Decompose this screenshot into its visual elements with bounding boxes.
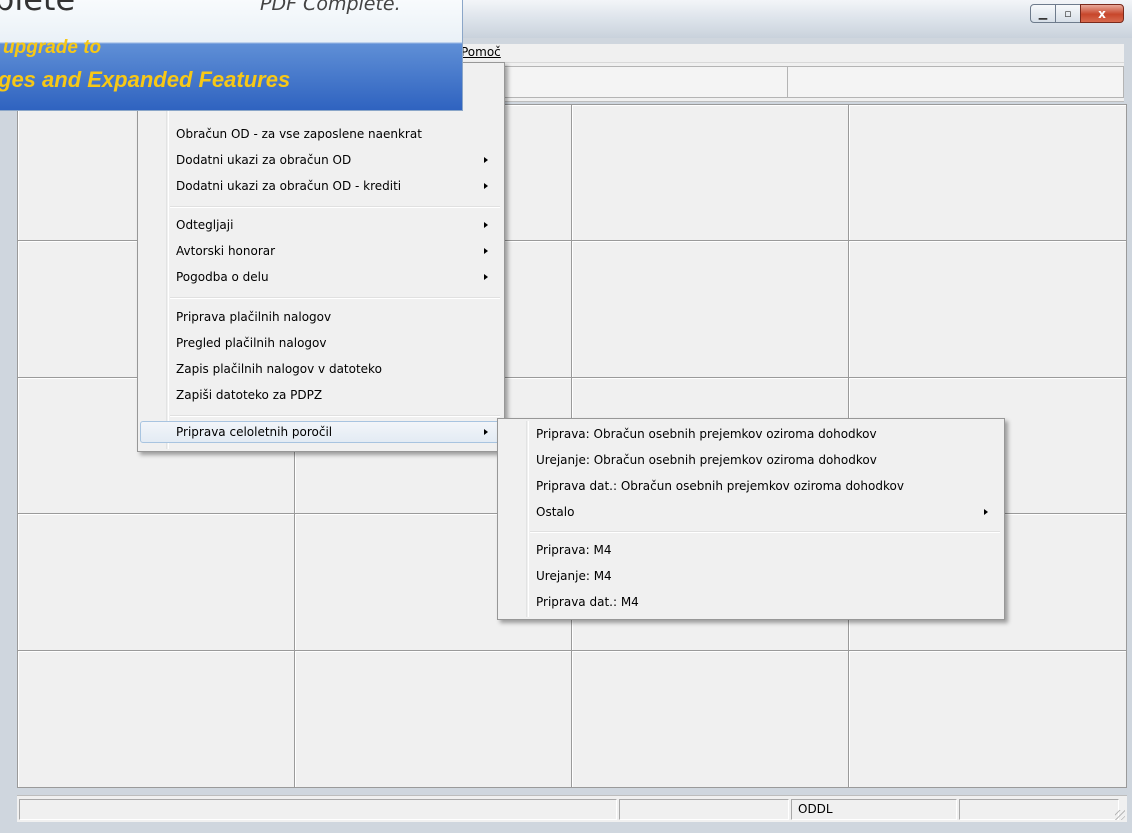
submenu-item-urejanje-obracun[interactable]: Urejanje: Obračun osebnih prejemkov ozir… [500, 449, 1002, 471]
menu-separator [530, 531, 1000, 533]
menu-item-label: Urejanje: M4 [536, 569, 612, 583]
submenu-item-ostalo[interactable]: Ostalo [500, 501, 1002, 523]
toolbar-panel-2 [787, 66, 1124, 98]
submenu-item-priprava-obracun[interactable]: Priprava: Obračun osebnih prejemkov ozir… [500, 423, 1002, 445]
menu-item-label: Priprava: Obračun osebnih prejemkov ozir… [536, 427, 877, 441]
menu-item-dodatni-ukazi-krediti[interactable]: Dodatni ukazi za obračun OD - krediti [140, 175, 502, 197]
menu-item-label: Avtorski honorar [176, 244, 276, 258]
submenu-arrow-icon [484, 222, 488, 228]
toolbar-panel-1 [498, 66, 788, 98]
submenu-arrow-icon [484, 429, 488, 435]
grid-cell[interactable] [849, 241, 1126, 378]
dropdown-menu: Obračun OD - za vse zaposlene naenkrat D… [137, 62, 505, 452]
menu-item-priprava-placilnih[interactable]: Priprava plačilnih nalogov [140, 306, 502, 328]
menu-item-label: Urejanje: Obračun osebnih prejemkov ozir… [536, 453, 877, 467]
close-icon: x [1098, 6, 1106, 21]
banner-brand-text: plete [0, 0, 75, 18]
menu-item-label: Zapis plačilnih nalogov v datoteko [176, 362, 382, 376]
menu-item-label: Dodatni ukazi za obračun OD - krediti [176, 179, 402, 193]
submenu-arrow-icon [484, 274, 488, 280]
grid-cell[interactable] [849, 650, 1126, 787]
menu-item-label: Priprava: M4 [536, 543, 612, 557]
grid-cell[interactable] [18, 514, 295, 651]
menu-item-pregled-placilnih[interactable]: Pregled plačilnih nalogov [140, 332, 502, 354]
submenu-arrow-icon [484, 183, 488, 189]
submenu-item-urejanje-m4[interactable]: Urejanje: M4 [500, 565, 1002, 587]
menu-item-label: Priprava dat.: M4 [536, 595, 639, 609]
grid-cell[interactable] [295, 650, 572, 787]
status-panel-oddl: ODDL [791, 799, 957, 820]
close-button[interactable]: x [1080, 4, 1124, 23]
grid-cell[interactable] [572, 241, 849, 378]
minimize-icon: ▁ [1038, 7, 1048, 20]
menu-item-label: Obračun OD - za vse zaposlene naenkrat [176, 127, 422, 141]
status-panel-4 [959, 799, 1119, 820]
menu-separator [170, 415, 500, 417]
resize-grip-icon[interactable] [1115, 810, 1125, 820]
menu-item-label: Priprava plačilnih nalogov [176, 310, 332, 324]
menu-item-priprava-celoletnih[interactable]: Priprava celoletnih poročil [140, 421, 502, 443]
banner-upgrade-text: upgrade to [3, 37, 102, 58]
menu-item-label: Ostalo [536, 505, 575, 519]
status-bar: ODDL [17, 795, 1127, 822]
submenu-item-priprava-m4[interactable]: Priprava: M4 [500, 539, 1002, 561]
menu-item-label: Pregled plačilnih nalogov [176, 336, 327, 350]
menu-item-label: Odtegljaji [176, 218, 234, 232]
menu-separator [170, 297, 500, 299]
grid-cell[interactable] [572, 650, 849, 787]
grid-cell[interactable] [849, 105, 1126, 242]
menu-pomoc-label: Pomoč [461, 45, 501, 59]
menu-item-zapis-placilnih[interactable]: Zapis plačilnih nalogov v datoteko [140, 358, 502, 380]
menu-item-label: Priprava celoletnih poročil [176, 425, 333, 439]
submenu-arrow-icon [984, 509, 988, 515]
menu-item-label: Pogodba o delu [176, 270, 269, 284]
status-panel-1 [19, 799, 617, 820]
status-panel-2 [619, 799, 789, 820]
minimize-button[interactable]: ▁ [1030, 4, 1056, 23]
maximize-button[interactable]: ▫ [1055, 4, 1081, 23]
maximize-icon: ▫ [1064, 7, 1072, 20]
caption-buttons: ▁ ▫ x [1030, 4, 1124, 24]
menu-item-pogodba-o-delu[interactable]: Pogodba o delu [140, 266, 502, 288]
menu-separator [170, 206, 500, 208]
menu-item-avtorski-honorar[interactable]: Avtorski honorar [140, 240, 502, 262]
menu-item-odtegljaji[interactable]: Odtegljaji [140, 214, 502, 236]
menu-item-label: Zapiši datoteko za PDPZ [176, 388, 323, 402]
submenu-item-priprava-dat-m4[interactable]: Priprava dat.: M4 [500, 591, 1002, 613]
menu-item-zapisi-pdpz[interactable]: Zapiši datoteko za PDPZ [140, 384, 502, 406]
submenu: Priprava: Obračun osebnih prejemkov ozir… [497, 418, 1005, 620]
submenu-arrow-icon [484, 157, 488, 163]
banner-features-text: ges and Expanded Features [0, 67, 291, 92]
menu-item-dodatni-ukazi[interactable]: Dodatni ukazi za obračun OD [140, 149, 502, 171]
submenu-arrow-icon [484, 248, 488, 254]
menu-item-label: Dodatni ukazi za obračun OD [176, 153, 352, 167]
submenu-item-priprava-dat-obracun[interactable]: Priprava dat.: Obračun osebnih prejemkov… [500, 475, 1002, 497]
menu-item-obracun-od[interactable]: Obračun OD - za vse zaposlene naenkrat [140, 123, 502, 145]
grid-cell[interactable] [18, 650, 295, 787]
menu-item-label: Priprava dat.: Obračun osebnih prejemkov… [536, 479, 904, 493]
banner-product-text: PDF Complete. [260, 0, 401, 15]
upgrade-banner[interactable]: plete PDF Complete. upgrade to ges and E… [0, 0, 463, 111]
menu-pomoc[interactable]: Pomoč [461, 45, 501, 59]
grid-cell[interactable] [572, 105, 849, 242]
